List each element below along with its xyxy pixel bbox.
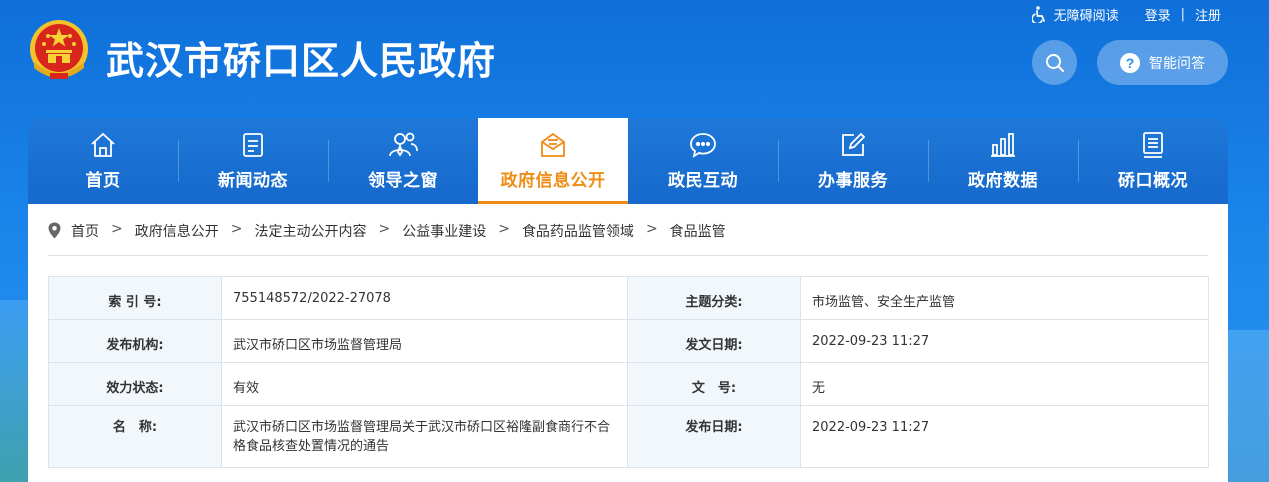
search-button[interactable] <box>1032 40 1077 85</box>
smart-qa-button[interactable]: ? 智能问答 <box>1097 40 1228 85</box>
breadcrumb-separator: > <box>230 221 243 237</box>
table-row: 发布机构: 武汉市硚口区市场监督管理局 发文日期: 2022-09-23 11:… <box>48 319 1209 363</box>
breadcrumb-separator: > <box>378 221 391 237</box>
breadcrumb-food-drug[interactable]: 食品药品监管领域 <box>522 221 634 241</box>
nav-item-leaders[interactable]: 领导之窗 <box>328 118 478 204</box>
bar-chart-icon <box>991 133 1015 157</box>
chat-icon <box>690 133 716 158</box>
nav-item-gov-data[interactable]: 政府数据 <box>928 118 1078 204</box>
meta-value-title: 武汉市硚口区市场监督管理局关于武汉市硚口区裕隆副食商行不合格食品核查处置情况的通… <box>221 405 628 468</box>
background-cityscape-right <box>1227 330 1269 482</box>
breadcrumb-separator: > <box>498 221 510 237</box>
meta-key-index: 索 引 号: <box>48 276 222 320</box>
table-row: 名 称: 武汉市硚口区市场监督管理局关于武汉市硚口区裕隆副食商行不合格食品核查处… <box>48 405 1209 468</box>
table-row: 索 引 号: 755148572/2022-27078 主题分类: 市场监管、安… <box>48 276 1209 320</box>
document-icon <box>1143 132 1163 158</box>
meta-key-issue-date: 发文日期: <box>627 319 801 363</box>
accessibility-link[interactable]: 无障碍阅读 <box>1031 5 1119 24</box>
accessibility-label: 无障碍阅读 <box>1053 9 1119 24</box>
content-panel: 首页 > 政府信息公开 > 法定主动公开内容 > 公益事业建设 > 食品药品监管… <box>28 204 1228 482</box>
main-nav: 首页 新闻动态 领导之窗 政府信息公开 政民互动 办事服务 政府数据 硚口概况 <box>28 118 1228 204</box>
nav-label: 政民互动 <box>668 171 738 191</box>
nav-label: 办事服务 <box>818 171 888 191</box>
search-icon <box>1045 53 1064 72</box>
edit-icon <box>842 132 866 156</box>
breadcrumb-gov-info[interactable]: 政府信息公开 <box>135 221 219 241</box>
meta-key-validity: 效力状态: <box>48 362 222 406</box>
meta-value-doc-number: 无 <box>800 362 1209 406</box>
meta-key-title: 名 称: <box>48 405 222 468</box>
nav-item-gov-info[interactable]: 政府信息公开 <box>478 118 628 204</box>
national-emblem-icon <box>30 20 88 79</box>
meta-value-publish-date: 2022-09-23 11:27 <box>800 405 1209 468</box>
meta-value-publisher: 武汉市硚口区市场监督管理局 <box>221 319 628 363</box>
meta-key-topic: 主题分类: <box>627 276 801 320</box>
meta-key-publisher: 发布机构: <box>48 319 222 363</box>
news-icon <box>243 133 263 157</box>
envelope-icon <box>541 132 565 157</box>
register-link[interactable]: 注册 <box>1195 5 1221 24</box>
meta-value-index: 755148572/2022-27078 <box>221 276 628 320</box>
meta-key-doc-number: 文 号: <box>627 362 801 406</box>
table-row: 效力状态: 有效 文 号: 无 <box>48 362 1209 406</box>
nav-item-overview[interactable]: 硚口概况 <box>1078 118 1228 204</box>
nav-label: 首页 <box>85 171 121 191</box>
nav-item-news[interactable]: 新闻动态 <box>178 118 328 204</box>
nav-item-services[interactable]: 办事服务 <box>778 118 928 204</box>
nav-label: 政府数据 <box>968 171 1038 191</box>
home-icon <box>91 132 115 157</box>
login-link[interactable]: 登录 <box>1145 5 1171 24</box>
breadcrumb-home[interactable]: 首页 <box>71 221 99 241</box>
breadcrumb-food-supervision[interactable]: 食品监管 <box>670 221 726 241</box>
meta-value-topic: 市场监管、安全生产监管 <box>800 276 1209 320</box>
breadcrumb: 首页 > 政府信息公开 > 法定主动公开内容 > 公益事业建设 > 食品药品监管… <box>48 221 1208 256</box>
meta-value-issue-date: 2022-09-23 11:27 <box>800 319 1209 363</box>
nav-item-home[interactable]: 首页 <box>28 118 178 204</box>
breadcrumb-separator: > <box>645 221 658 237</box>
site-title: 武汉市硚口区人民政府 <box>106 39 497 83</box>
question-icon: ? <box>1120 52 1140 73</box>
breadcrumb-statutory[interactable]: 法定主动公开内容 <box>254 221 366 241</box>
leaders-icon <box>389 132 418 157</box>
top-links: 无障碍阅读 登录 | 注册 <box>1031 5 1221 24</box>
toplinks-separator: | <box>1180 7 1185 22</box>
location-pin-icon <box>48 222 61 239</box>
nav-label: 新闻动态 <box>218 171 288 191</box>
breadcrumb-separator: > <box>111 221 123 237</box>
nav-label: 硚口概况 <box>1118 171 1188 191</box>
nav-label: 政府信息公开 <box>500 171 606 191</box>
document-meta-table: 索 引 号: 755148572/2022-27078 主题分类: 市场监管、安… <box>48 276 1209 468</box>
nav-label: 领导之窗 <box>368 171 438 191</box>
wheelchair-icon <box>1031 6 1045 23</box>
nav-item-interaction[interactable]: 政民互动 <box>628 118 778 204</box>
smart-qa-label: 智能问答 <box>1149 55 1205 72</box>
meta-value-validity: 有效 <box>221 362 628 406</box>
breadcrumb-public-welfare[interactable]: 公益事业建设 <box>402 221 486 241</box>
meta-key-publish-date: 发布日期: <box>627 405 801 468</box>
